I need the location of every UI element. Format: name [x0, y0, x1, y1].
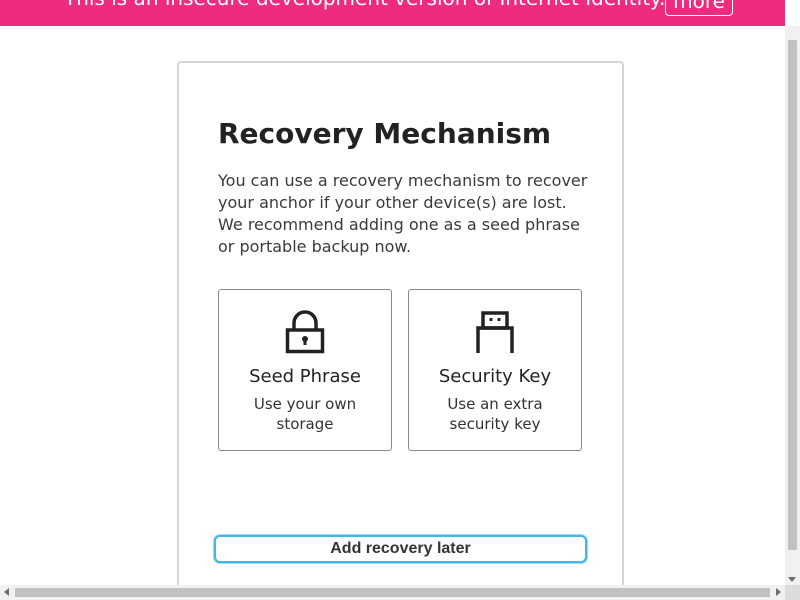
seed-phrase-title: Seed Phrase — [249, 366, 361, 387]
security-key-option[interactable]: Security Key Use an extra security key — [408, 289, 582, 451]
seed-phrase-description: Use your own storage — [253, 395, 357, 433]
scroll-right-arrow-icon[interactable] — [776, 588, 781, 596]
security-key-title: Security Key — [438, 366, 552, 387]
page-title: Recovery Mechanism — [218, 117, 552, 150]
usb-key-icon — [476, 311, 514, 353]
page: This is an insecure development version … — [0, 0, 800, 600]
scroll-down-arrow-icon[interactable] — [788, 577, 796, 582]
scrollbar-corner — [785, 585, 800, 600]
vertical-scrollbar-thumb[interactable] — [788, 40, 797, 550]
banner-text: This is an insecure development version … — [64, 0, 665, 10]
security-key-description: Use an extra security key — [447, 395, 543, 433]
banner-more-button[interactable]: more — [665, 0, 733, 16]
lock-icon — [285, 310, 325, 354]
seed-phrase-option[interactable]: Seed Phrase Use your own storage — [218, 289, 392, 451]
dev-warning-banner: This is an insecure development version … — [0, 0, 785, 26]
horizontal-scrollbar[interactable] — [0, 585, 785, 600]
horizontal-scrollbar-thumb[interactable] — [15, 588, 770, 597]
page-description: You can use a recovery mechanism to reco… — [218, 171, 588, 256]
vertical-scrollbar[interactable] — [785, 26, 800, 585]
scroll-left-arrow-icon[interactable] — [4, 588, 9, 596]
add-recovery-later-button[interactable]: Add recovery later — [214, 535, 587, 563]
